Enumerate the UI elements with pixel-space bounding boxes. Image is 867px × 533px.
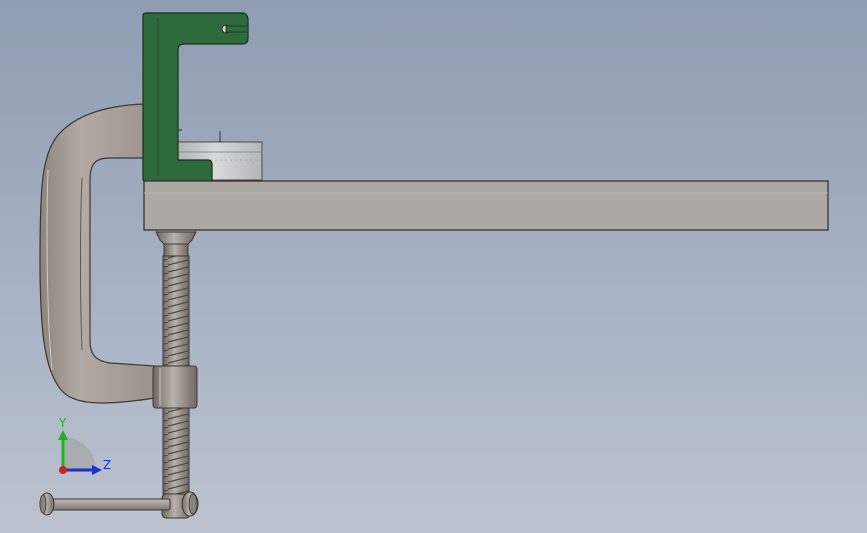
model-canvas[interactable]: Y Z bbox=[0, 0, 867, 533]
clamp-screw[interactable] bbox=[152, 231, 198, 519]
z-axis-arrowhead bbox=[92, 465, 102, 475]
c-clamp-frame[interactable] bbox=[39, 103, 156, 404]
flat-bar[interactable] bbox=[143, 180, 829, 231]
y-axis-arrowhead bbox=[58, 430, 68, 440]
x-axis-point bbox=[59, 466, 67, 474]
cad-viewport[interactable]: Y Z bbox=[0, 0, 867, 533]
y-axis-label: Y bbox=[58, 416, 67, 430]
triad-plane-icon bbox=[63, 437, 96, 470]
z-axis-label: Z bbox=[103, 458, 111, 472]
reference-triad: Y Z bbox=[58, 416, 111, 475]
